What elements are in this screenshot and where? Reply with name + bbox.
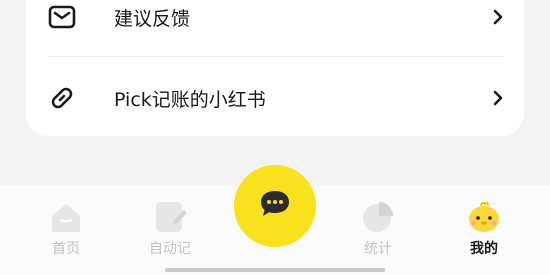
auto-record-icon [152, 200, 188, 234]
tab-label: 我的 [470, 241, 498, 257]
chevron-right-icon [490, 88, 506, 108]
mail-icon [46, 1, 78, 33]
profile-page: 建议反馈 Pick记账的小红书 首页 自动记 统计 我的 [0, 0, 550, 275]
tab-statistics[interactable]: 统计 [342, 200, 414, 260]
settings-card: 建议反馈 Pick记账的小红书 [26, 0, 524, 136]
settings-item-label: 建议反馈 [114, 7, 191, 30]
home-indicator [165, 268, 385, 272]
tab-label: 首页 [52, 241, 80, 257]
settings-item-xiaohongshu[interactable]: Pick记账的小红书 [26, 69, 524, 127]
settings-item-feedback[interactable]: 建议反馈 [26, 0, 524, 46]
center-chat-button[interactable] [234, 165, 316, 247]
tab-label: 统计 [364, 241, 392, 257]
tab-home[interactable]: 首页 [30, 200, 102, 260]
tab-label: 自动记 [149, 241, 191, 257]
settings-item-label: Pick记账的小红书 [114, 88, 266, 111]
tab-mine[interactable]: 我的 [448, 200, 520, 260]
chick-avatar-icon [466, 200, 502, 234]
tab-auto-record[interactable]: 自动记 [134, 200, 206, 260]
chat-bubble-icon [258, 188, 292, 224]
home-icon [48, 200, 84, 234]
link-icon [46, 82, 78, 114]
pie-chart-icon [360, 200, 396, 234]
settings-divider [48, 56, 504, 57]
chevron-right-icon [490, 7, 506, 27]
